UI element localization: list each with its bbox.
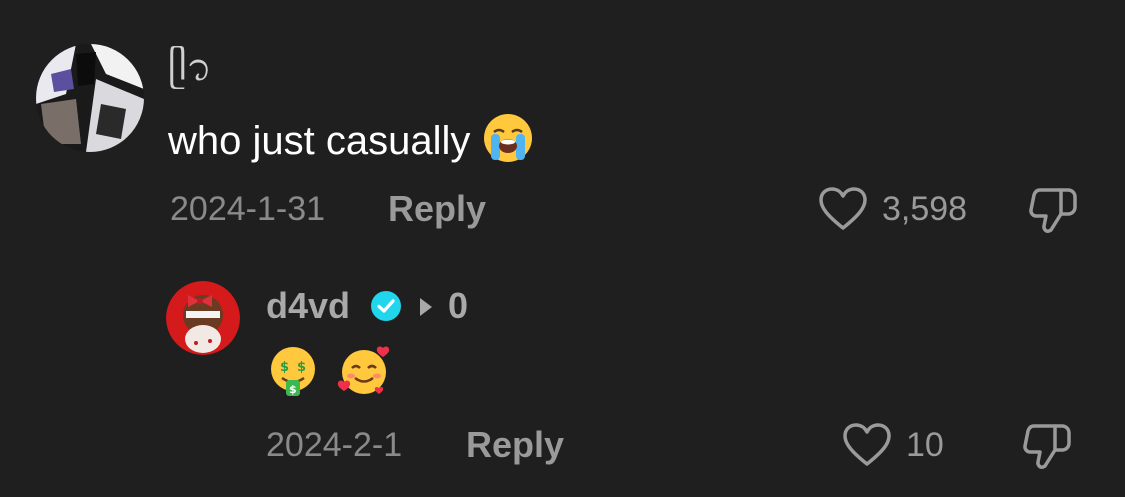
verified-badge-icon bbox=[370, 290, 402, 327]
svg-text:$: $ bbox=[297, 360, 306, 375]
reply-arrow-icon bbox=[418, 296, 434, 323]
reply-button[interactable]: Reply bbox=[388, 191, 486, 227]
reply-username[interactable]: d4vd bbox=[266, 288, 350, 324]
heart-icon bbox=[819, 187, 867, 230]
reply-like-count: 10 bbox=[906, 426, 944, 464]
reply-text: $ $ $ bbox=[266, 344, 406, 398]
reply-reply-button[interactable]: Reply bbox=[466, 427, 564, 463]
svg-text:$: $ bbox=[280, 360, 289, 375]
money-mouth-face-emoji-icon: $ $ $ bbox=[271, 347, 315, 396]
heart-icon bbox=[843, 423, 891, 466]
reply-like-button[interactable] bbox=[842, 422, 892, 473]
reply-avatar[interactable] bbox=[166, 281, 240, 355]
avatar[interactable] bbox=[36, 44, 144, 152]
user-handle[interactable]: ᥫ᭡ bbox=[168, 48, 212, 86]
comment-body: who just casually bbox=[168, 119, 471, 164]
replied-to-user[interactable]: 0 bbox=[448, 288, 468, 324]
thumbs-down-icon bbox=[1029, 188, 1077, 233]
reply-dislike-button[interactable] bbox=[1022, 422, 1072, 475]
smiling-face-with-hearts-emoji-icon bbox=[338, 346, 390, 394]
like-button[interactable] bbox=[818, 186, 868, 237]
like-count: 3,598 bbox=[882, 190, 968, 228]
thumbs-down-icon bbox=[1023, 424, 1071, 469]
reply-date: 2024-2-1 bbox=[266, 426, 403, 464]
svg-text:$: $ bbox=[289, 383, 297, 396]
comment-text: who just casually bbox=[168, 112, 534, 175]
dislike-button[interactable] bbox=[1028, 186, 1078, 239]
loudly-crying-face-emoji-icon bbox=[482, 112, 534, 175]
comment-date: 2024-1-31 bbox=[170, 190, 326, 228]
